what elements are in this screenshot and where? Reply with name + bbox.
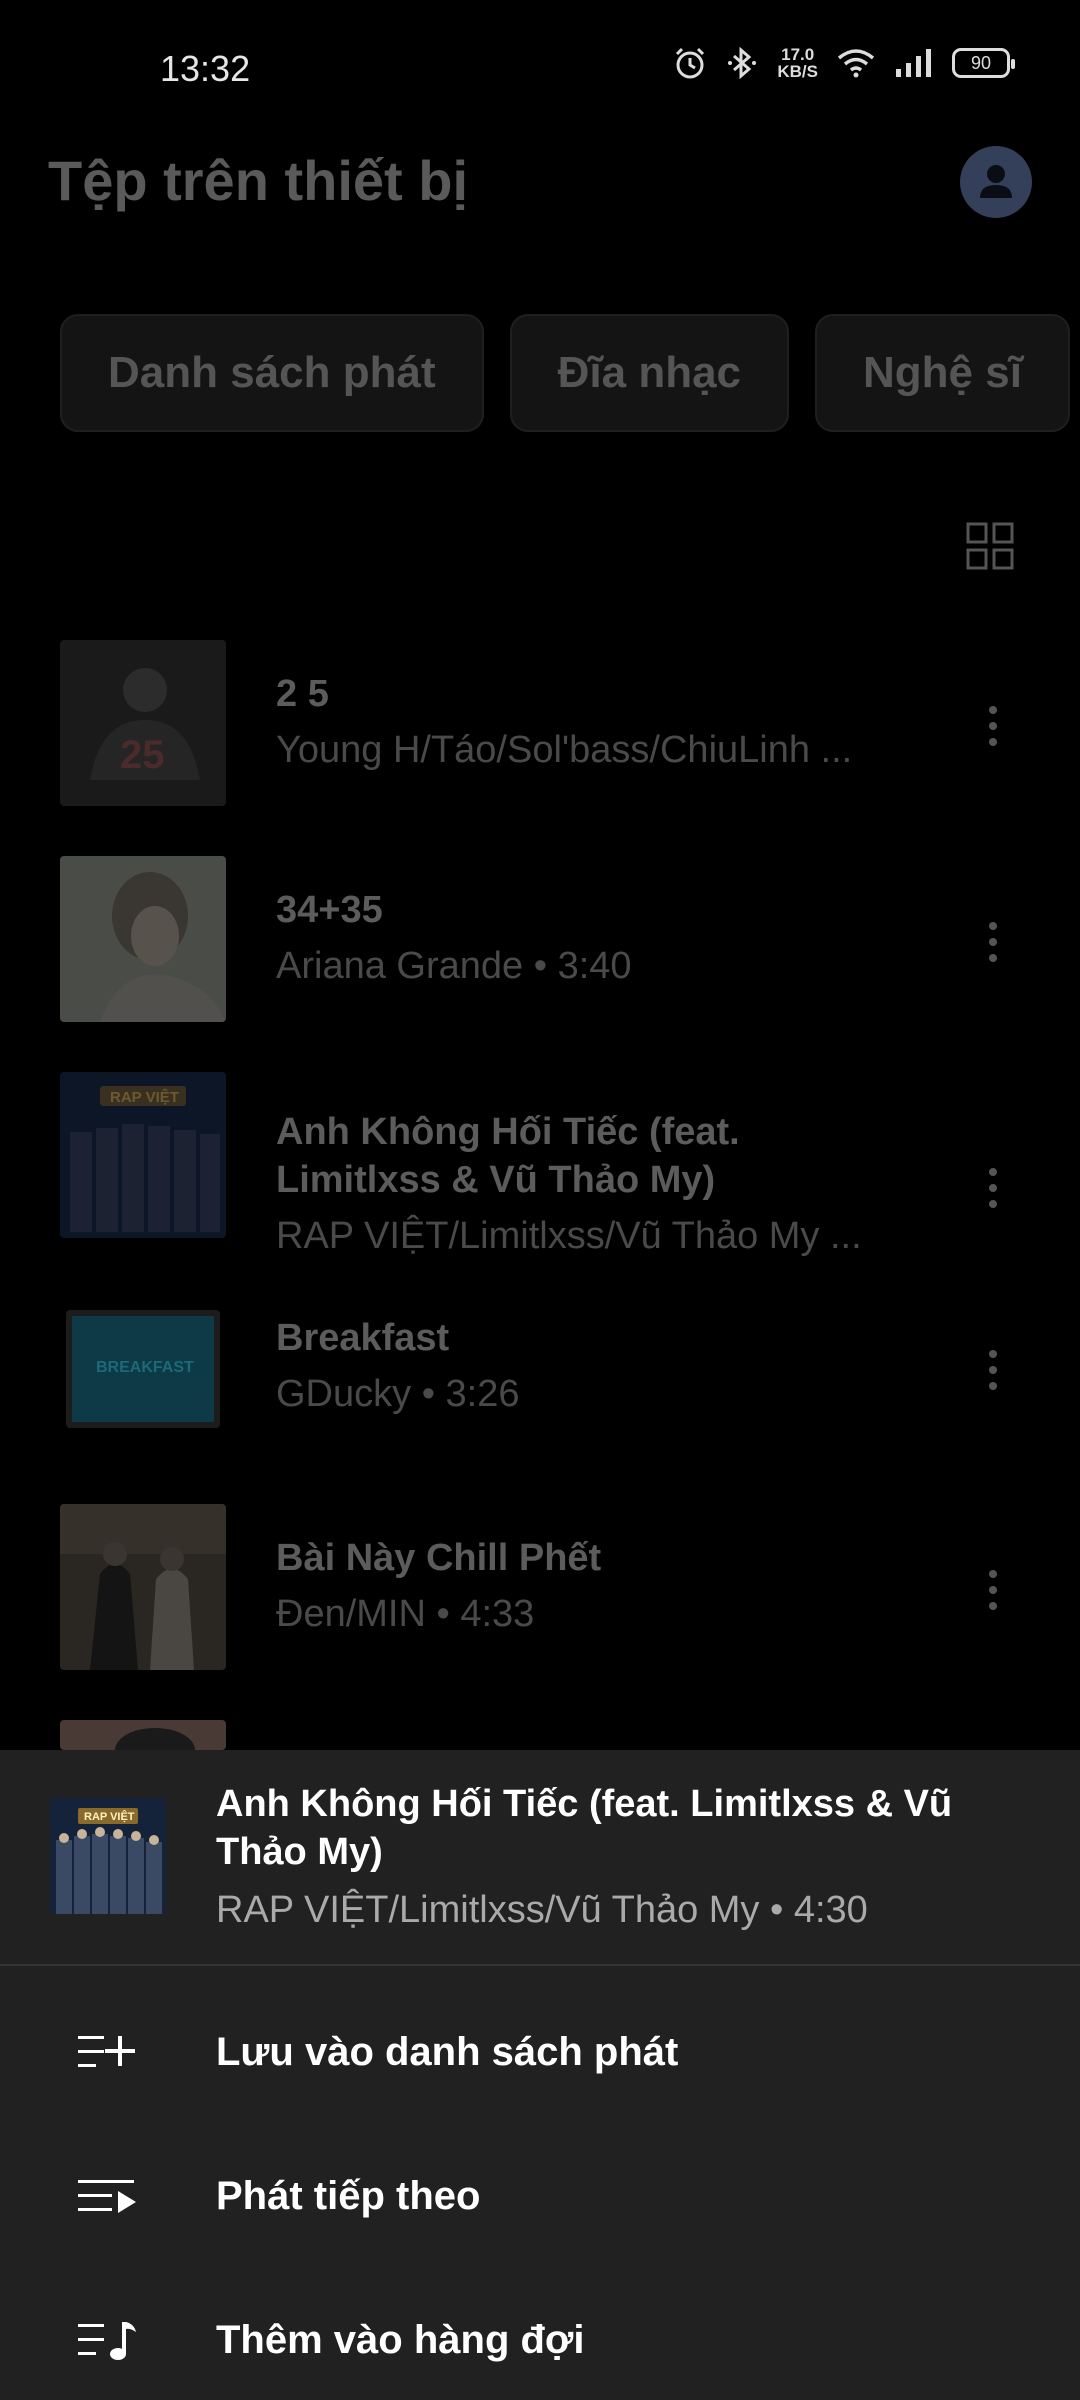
- album-art: [60, 856, 226, 1022]
- sheet-album-art: RAP VIỆT: [50, 1798, 166, 1914]
- album-art: 25: [60, 640, 226, 806]
- song-row[interactable]: 25 2 5 Young H/Táo/Sol'bass/ChiuLinh ...: [0, 640, 1080, 810]
- account-avatar[interactable]: [960, 146, 1032, 218]
- song-row[interactable]: 34+35 Ariana Grande • 3:40: [0, 856, 1080, 1026]
- svg-text:25: 25: [120, 733, 165, 777]
- song-subtitle: Ariana Grande • 3:40: [276, 945, 632, 987]
- song-options-sheet: RAP VIỆT Anh Không Hối Tiếc (feat. Limit…: [0, 1750, 1080, 2400]
- more-options-button[interactable]: [978, 912, 1008, 972]
- sheet-song-title: Anh Không Hối Tiếc (feat. Limitlxss & Vũ…: [216, 1783, 953, 1873]
- song-subtitle: Đen/MIN • 4:33: [276, 1593, 535, 1635]
- menu-label: Thêm vào hàng đợi: [216, 2317, 585, 2362]
- chip-albums[interactable]: Đĩa nhạc: [509, 314, 790, 432]
- playlist-add-icon: [78, 2036, 135, 2067]
- song-title: 34+35: [276, 889, 383, 931]
- more-options-button[interactable]: [978, 1340, 1008, 1400]
- song-row[interactable]: [0, 1720, 1080, 1750]
- filter-chips: Danh sách phát Đĩa nhạc Nghệ sĩ: [60, 314, 1070, 432]
- song-subtitle: GDucky • 3:26: [276, 1373, 520, 1415]
- song-title-line2: Limitlxss & Vũ Thảo My): [276, 1159, 716, 1201]
- album-art: BREAKFAST: [66, 1310, 220, 1428]
- page-title: Tệp trên thiết bị: [48, 149, 468, 212]
- more-options-button[interactable]: [978, 1158, 1008, 1218]
- song-row[interactable]: BREAKFAST Breakfast GDucky • 3:26: [0, 1310, 1080, 1480]
- svg-text:BREAKFAST: BREAKFAST: [96, 1359, 194, 1376]
- account-icon: [980, 165, 1012, 198]
- song-subtitle: RAP VIỆT/Limitlxss/Vũ Thảo My ...: [276, 1215, 862, 1257]
- add-to-queue-icon: [78, 2322, 136, 2360]
- play-next-icon: [78, 2180, 136, 2213]
- album-art: [60, 1720, 226, 1750]
- svg-text:RAP VIỆT: RAP VIỆT: [84, 1810, 135, 1823]
- more-options-button[interactable]: [978, 696, 1008, 756]
- library-page: Tệp trên thiết bị Danh sách phát Đĩa nhạ…: [0, 0, 1080, 1750]
- menu-label: Lưu vào danh sách phát: [216, 2029, 679, 2074]
- song-title: 2 5: [276, 673, 329, 715]
- chip-artists[interactable]: Nghệ sĩ: [815, 314, 1070, 432]
- menu-add-to-queue[interactable]: Thêm vào hàng đợi: [0, 2270, 1080, 2400]
- song-title: Anh Không Hối Tiếc (feat.: [276, 1111, 740, 1153]
- song-title: Bài Này Chill Phết: [276, 1537, 602, 1579]
- menu-label: Phát tiếp theo: [216, 2173, 481, 2218]
- sheet-song-subtitle: RAP VIỆT/Limitlxss/Vũ Thảo My • 4:30: [216, 1889, 868, 1931]
- album-art: [60, 1504, 226, 1670]
- svg-text:RAP VIỆT: RAP VIỆT: [110, 1088, 179, 1106]
- more-options-button[interactable]: [978, 1560, 1008, 1620]
- grid-view-icon[interactable]: [966, 522, 1014, 570]
- sheet-header: RAP VIỆT Anh Không Hối Tiếc (feat. Limit…: [0, 1750, 1080, 1966]
- menu-save-to-playlist[interactable]: Lưu vào danh sách phát: [0, 1982, 1080, 2122]
- chip-playlists[interactable]: Danh sách phát: [60, 314, 484, 432]
- album-art: RAP VIỆT: [60, 1072, 226, 1238]
- song-row[interactable]: RAP VIỆT Anh Không Hối Tiếc (feat. Limit…: [0, 1072, 1080, 1262]
- menu-play-next[interactable]: Phát tiếp theo: [0, 2126, 1080, 2266]
- song-subtitle: Young H/Táo/Sol'bass/ChiuLinh ...: [276, 729, 853, 771]
- song-row[interactable]: Bài Này Chill Phết Đen/MIN • 4:33: [0, 1504, 1080, 1674]
- song-title: Breakfast: [276, 1317, 450, 1359]
